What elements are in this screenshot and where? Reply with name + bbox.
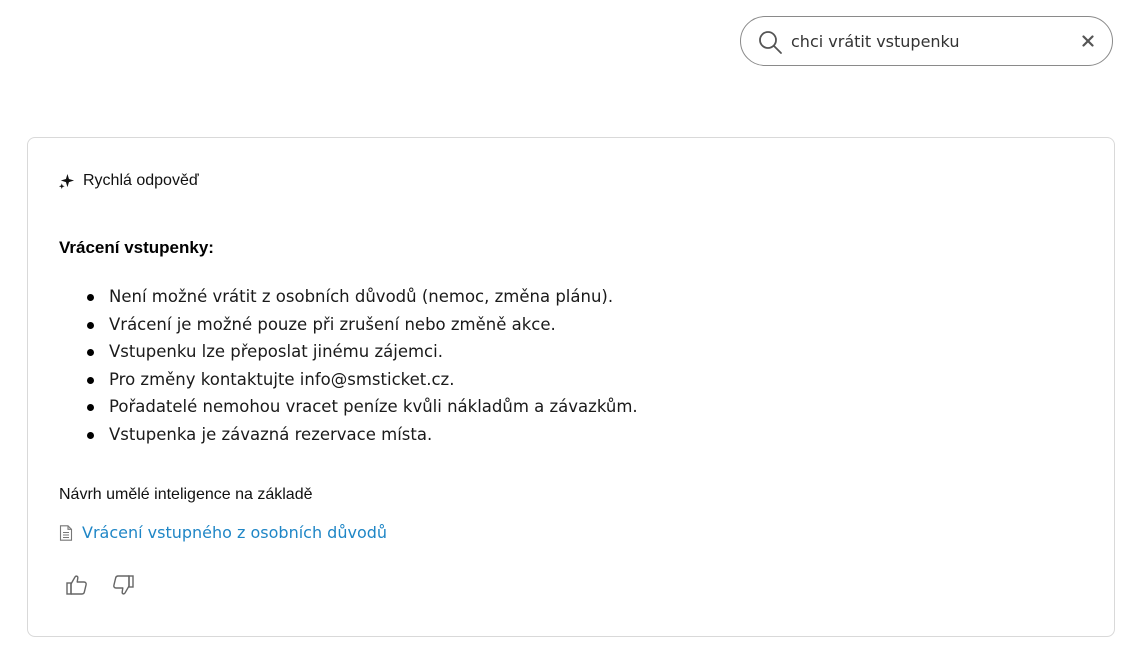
- quick-answer-label: Rychlá odpověď: [83, 172, 199, 189]
- thumbs-up-icon: [66, 575, 87, 595]
- list-item: Pro změny kontaktujte info@smsticket.cz.: [87, 366, 638, 394]
- thumbs-down-icon: [113, 575, 134, 595]
- list-item: Pořadatelé nemohou vracet peníze kvůli n…: [87, 393, 638, 421]
- feedback-buttons: [64, 572, 136, 598]
- list-item: Vstupenku lze přeposlat jinému zájemci.: [87, 338, 638, 366]
- list-item: Vstupenka je závazná rezervace místa.: [87, 421, 638, 449]
- document-icon: [59, 524, 73, 541]
- clear-search-button[interactable]: [1078, 31, 1098, 51]
- answer-title: Vrácení vstupenky:: [59, 238, 214, 257]
- answer-list: Není možné vrátit z osobních důvodů (nem…: [59, 283, 638, 448]
- source-link-text[interactable]: Vrácení vstupného z osobních důvodů: [82, 523, 387, 542]
- page: Rychlá odpověď Vrácení vstupenky: Není m…: [0, 0, 1140, 657]
- search-input[interactable]: [791, 27, 1061, 55]
- list-item: Není možné vrátit z osobních důvodů (nem…: [87, 283, 638, 311]
- search-box[interactable]: [740, 16, 1113, 66]
- close-icon: [1082, 35, 1094, 47]
- search-icon: [759, 31, 782, 54]
- quick-answer-header: Rychlá odpověď: [58, 172, 199, 190]
- list-item: Vrácení je možné pouze při zrušení nebo …: [87, 311, 638, 339]
- sparkle-icon: [58, 173, 75, 189]
- source-link[interactable]: Vrácení vstupného z osobních důvodů: [59, 523, 387, 542]
- source-label: Návrh umělé inteligence na základě: [59, 486, 313, 503]
- dislike-button[interactable]: [110, 572, 136, 598]
- like-button[interactable]: [64, 572, 90, 598]
- quick-answer-card: Rychlá odpověď Vrácení vstupenky: Není m…: [27, 137, 1115, 637]
